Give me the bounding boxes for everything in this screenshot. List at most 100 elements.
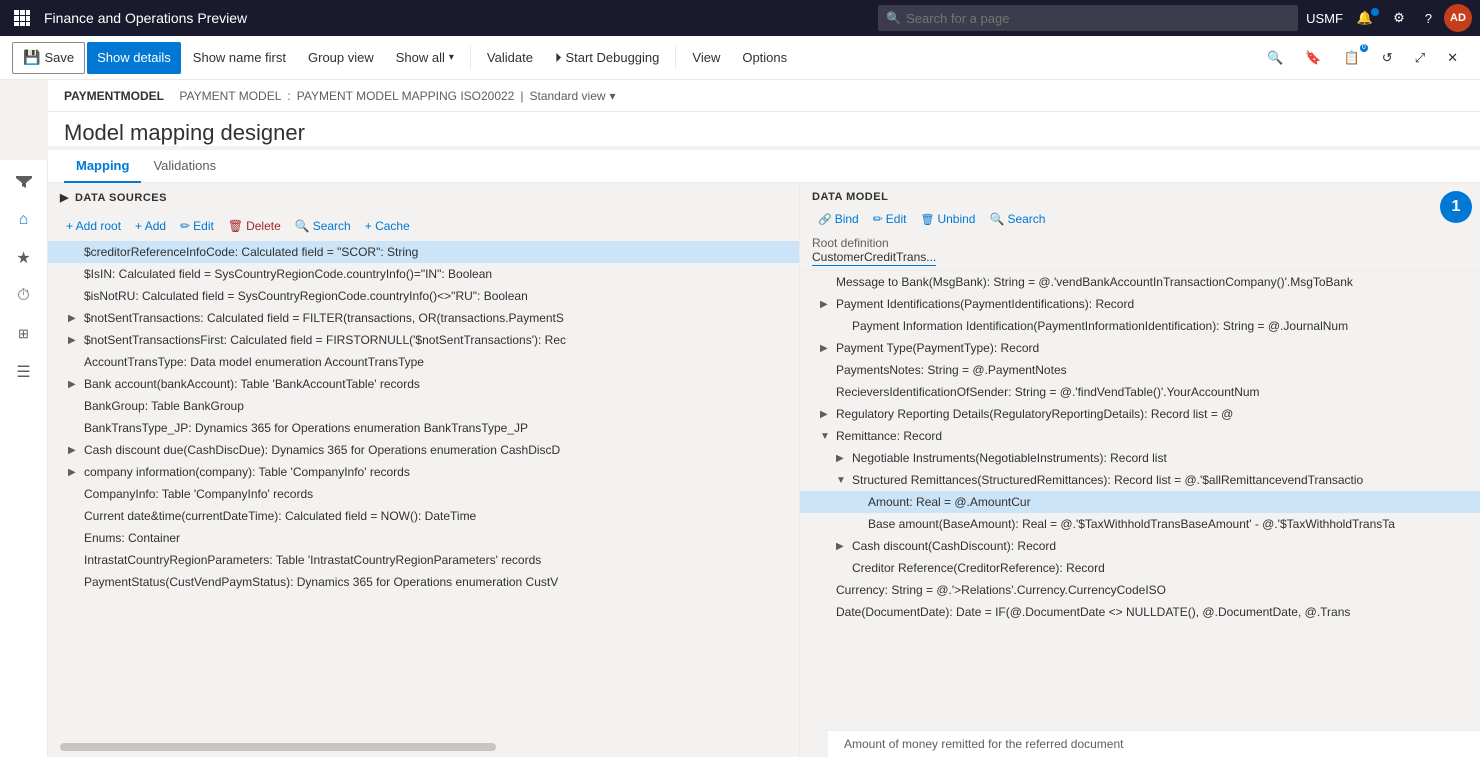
dm-item-0[interactable]: Message to Bank(MsgBank): String = @.'ve… bbox=[800, 271, 1480, 293]
group-view-button[interactable]: Group view bbox=[298, 42, 384, 74]
tree-item-12[interactable]: Current date&time(currentDateTime): Calc… bbox=[48, 505, 799, 527]
tree-item-7[interactable]: BankGroup: Table BankGroup bbox=[48, 395, 799, 417]
tree-item-3[interactable]: ▶ $notSentTransactions: Calculated field… bbox=[48, 307, 799, 329]
tree-item-9[interactable]: ▶ Cash discount due(CashDiscDue): Dynami… bbox=[48, 439, 799, 461]
tree-item-5[interactable]: AccountTransType: Data model enumeration… bbox=[48, 351, 799, 373]
show-name-first-label: Show name first bbox=[193, 50, 286, 65]
view-label: View bbox=[692, 50, 720, 65]
tree-item-0[interactable]: $creditorReferenceInfoCode: Calculated f… bbox=[48, 241, 799, 263]
search-ds-icon: 🔍 bbox=[295, 219, 310, 233]
tab-validations[interactable]: Validations bbox=[141, 150, 228, 183]
search-toolbar-btn[interactable]: 🔍 bbox=[1257, 42, 1293, 74]
save-button[interactable]: 💾 Save bbox=[12, 42, 85, 74]
sidebar-item-home[interactable]: ⌂ bbox=[6, 202, 42, 238]
add-root-btn[interactable]: + Add root bbox=[60, 216, 127, 236]
dm-item-7[interactable]: ▼ Remittance: Record bbox=[800, 425, 1480, 447]
dm-item-2[interactable]: Payment Information Identification(Payme… bbox=[800, 315, 1480, 337]
sidebar-item-filter[interactable] bbox=[6, 164, 42, 200]
data-sources-expand-icon[interactable]: ▶ bbox=[60, 191, 69, 204]
user-avatar[interactable]: AD bbox=[1444, 4, 1472, 32]
notification-bell-btn[interactable]: 🔔 bbox=[1349, 6, 1381, 30]
tab-mapping[interactable]: Mapping bbox=[64, 150, 141, 183]
tree-item-15[interactable]: PaymentStatus(CustVendPaymStatus): Dynam… bbox=[48, 571, 799, 593]
delete-ds-btn[interactable]: 🗑 Delete bbox=[222, 216, 287, 236]
dm-item-3-chevron: ▶ bbox=[820, 343, 832, 354]
save-icon: 💾 bbox=[23, 49, 40, 66]
dm-item-4[interactable]: PaymentsNotes: String = @.PaymentNotes bbox=[800, 359, 1480, 381]
sidebar-item-recent[interactable]: ⏱ bbox=[6, 278, 42, 314]
dm-item-12-label: Cash discount(CashDiscount): Record bbox=[852, 539, 1056, 553]
app-grid-icon[interactable] bbox=[8, 4, 36, 32]
dm-item-11[interactable]: Base amount(BaseAmount): Real = @.'$TaxW… bbox=[800, 513, 1480, 535]
show-name-first-button[interactable]: Show name first bbox=[183, 42, 296, 74]
tree-item-4[interactable]: ▶ $notSentTransactionsFirst: Calculated … bbox=[48, 329, 799, 351]
tree-item-5-label: AccountTransType: Data model enumeration… bbox=[84, 355, 424, 369]
tree-item-14[interactable]: IntrastatCountryRegionParameters: Table … bbox=[48, 549, 799, 571]
add-label: + Add bbox=[135, 219, 166, 233]
view-selector[interactable]: Standard view ▾ bbox=[529, 89, 615, 103]
dm-item-9[interactable]: ▼ Structured Remittances(StructuredRemit… bbox=[800, 469, 1480, 491]
show-details-button[interactable]: Show details bbox=[87, 42, 181, 74]
left-panel-hscrollbar[interactable] bbox=[60, 743, 787, 751]
view-selector-chevron-icon: ▾ bbox=[610, 89, 616, 103]
bookmark-btn[interactable]: 🔖 bbox=[1295, 42, 1331, 74]
bind-label: Bind bbox=[835, 212, 859, 226]
main-workspace: PAYMENTMODEL PAYMENT MODEL : PAYMENT MOD… bbox=[48, 80, 1480, 757]
validate-button[interactable]: Validate bbox=[477, 42, 543, 74]
unbind-icon: 🗑 bbox=[920, 213, 934, 226]
dm-item-12[interactable]: ▶ Cash discount(CashDiscount): Record bbox=[800, 535, 1480, 557]
dm-item-13[interactable]: Creditor Reference(CreditorReference): R… bbox=[800, 557, 1480, 579]
expand-btn[interactable]: ⤢ bbox=[1405, 42, 1435, 74]
tree-item-6[interactable]: ▶ Bank account(bankAccount): Table 'Bank… bbox=[48, 373, 799, 395]
data-sources-toolbar: + Add root + Add ✏ Edit 🗑 Delete bbox=[48, 212, 799, 241]
sidebar-item-favorites[interactable]: ★ bbox=[6, 240, 42, 276]
edit-ds-btn[interactable]: ✏ Edit bbox=[174, 216, 220, 236]
edit-dm-label: Edit bbox=[886, 212, 907, 226]
breadcrumb-part1: PAYMENTMODEL bbox=[64, 89, 164, 103]
dm-item-1-label: Payment Identifications(PaymentIdentific… bbox=[836, 297, 1134, 311]
bind-btn[interactable]: 🔗 Bind bbox=[812, 209, 865, 229]
tree-item-10[interactable]: ▶ company information(company): Table 'C… bbox=[48, 461, 799, 483]
settings-btn[interactable]: ⚙ bbox=[1385, 6, 1413, 30]
sidebar-item-workspaces[interactable]: ⊞ bbox=[6, 316, 42, 352]
help-btn[interactable]: ? bbox=[1417, 7, 1440, 30]
dm-item-14[interactable]: Currency: String = @.'>Relations'.Curren… bbox=[800, 579, 1480, 601]
left-panel-scrollbar-area bbox=[48, 739, 799, 757]
dm-item-1[interactable]: ▶ Payment Identifications(PaymentIdentif… bbox=[800, 293, 1480, 315]
root-def-value[interactable]: CustomerCreditTrans... bbox=[812, 250, 936, 266]
tree-item-1[interactable]: $IsIN: Calculated field = SysCountryRegi… bbox=[48, 263, 799, 285]
delete-ds-label: Delete bbox=[246, 219, 281, 233]
search-ds-btn[interactable]: 🔍 Search bbox=[289, 216, 357, 236]
show-all-button[interactable]: Show all ▾ bbox=[386, 42, 464, 74]
refresh-btn[interactable]: ↺ bbox=[1372, 42, 1403, 74]
badge-circle: 1 bbox=[1440, 191, 1472, 223]
flag-btn[interactable]: 📋 0 bbox=[1334, 42, 1370, 74]
dm-item-7-label: Remittance: Record bbox=[836, 429, 942, 443]
add-btn[interactable]: + Add bbox=[129, 216, 172, 236]
close-btn[interactable]: ✕ bbox=[1437, 42, 1468, 74]
tree-item-2[interactable]: $isNotRU: Calculated field = SysCountryR… bbox=[48, 285, 799, 307]
dm-item-5[interactable]: RecieversIdentificationOfSender: String … bbox=[800, 381, 1480, 403]
tree-item-11[interactable]: CompanyInfo: Table 'CompanyInfo' records bbox=[48, 483, 799, 505]
dm-item-5-label: RecieversIdentificationOfSender: String … bbox=[836, 385, 1260, 399]
tree-item-13[interactable]: Enums: Container bbox=[48, 527, 799, 549]
search-dm-btn[interactable]: 🔍 Search bbox=[983, 209, 1051, 229]
cache-btn[interactable]: + Cache bbox=[359, 216, 416, 236]
search-ds-label: Search bbox=[313, 219, 351, 233]
dm-item-10[interactable]: Amount: Real = @.AmountCur bbox=[800, 491, 1480, 513]
unbind-btn[interactable]: 🗑 Unbind bbox=[914, 209, 981, 229]
cache-label: + Cache bbox=[365, 219, 410, 233]
start-debugging-button[interactable]: ⏵ Start Debugging bbox=[545, 42, 669, 74]
dm-item-8[interactable]: ▶ Negotiable Instruments(NegotiableInstr… bbox=[800, 447, 1480, 469]
notification-dot bbox=[1371, 8, 1379, 16]
dm-item-15[interactable]: Date(DocumentDate): Date = IF(@.Document… bbox=[800, 601, 1480, 623]
view-button[interactable]: View bbox=[682, 42, 730, 74]
sidebar-item-list[interactable]: ☰ bbox=[6, 354, 42, 390]
search-page-input[interactable] bbox=[878, 5, 1298, 31]
options-button[interactable]: Options bbox=[732, 42, 797, 74]
group-view-label: Group view bbox=[308, 50, 374, 65]
tree-item-8[interactable]: BankTransType_JP: Dynamics 365 for Opera… bbox=[48, 417, 799, 439]
dm-item-6[interactable]: ▶ Regulatory Reporting Details(Regulator… bbox=[800, 403, 1480, 425]
edit-dm-btn[interactable]: ✏ Edit bbox=[867, 209, 913, 229]
dm-item-3[interactable]: ▶ Payment Type(PaymentType): Record bbox=[800, 337, 1480, 359]
